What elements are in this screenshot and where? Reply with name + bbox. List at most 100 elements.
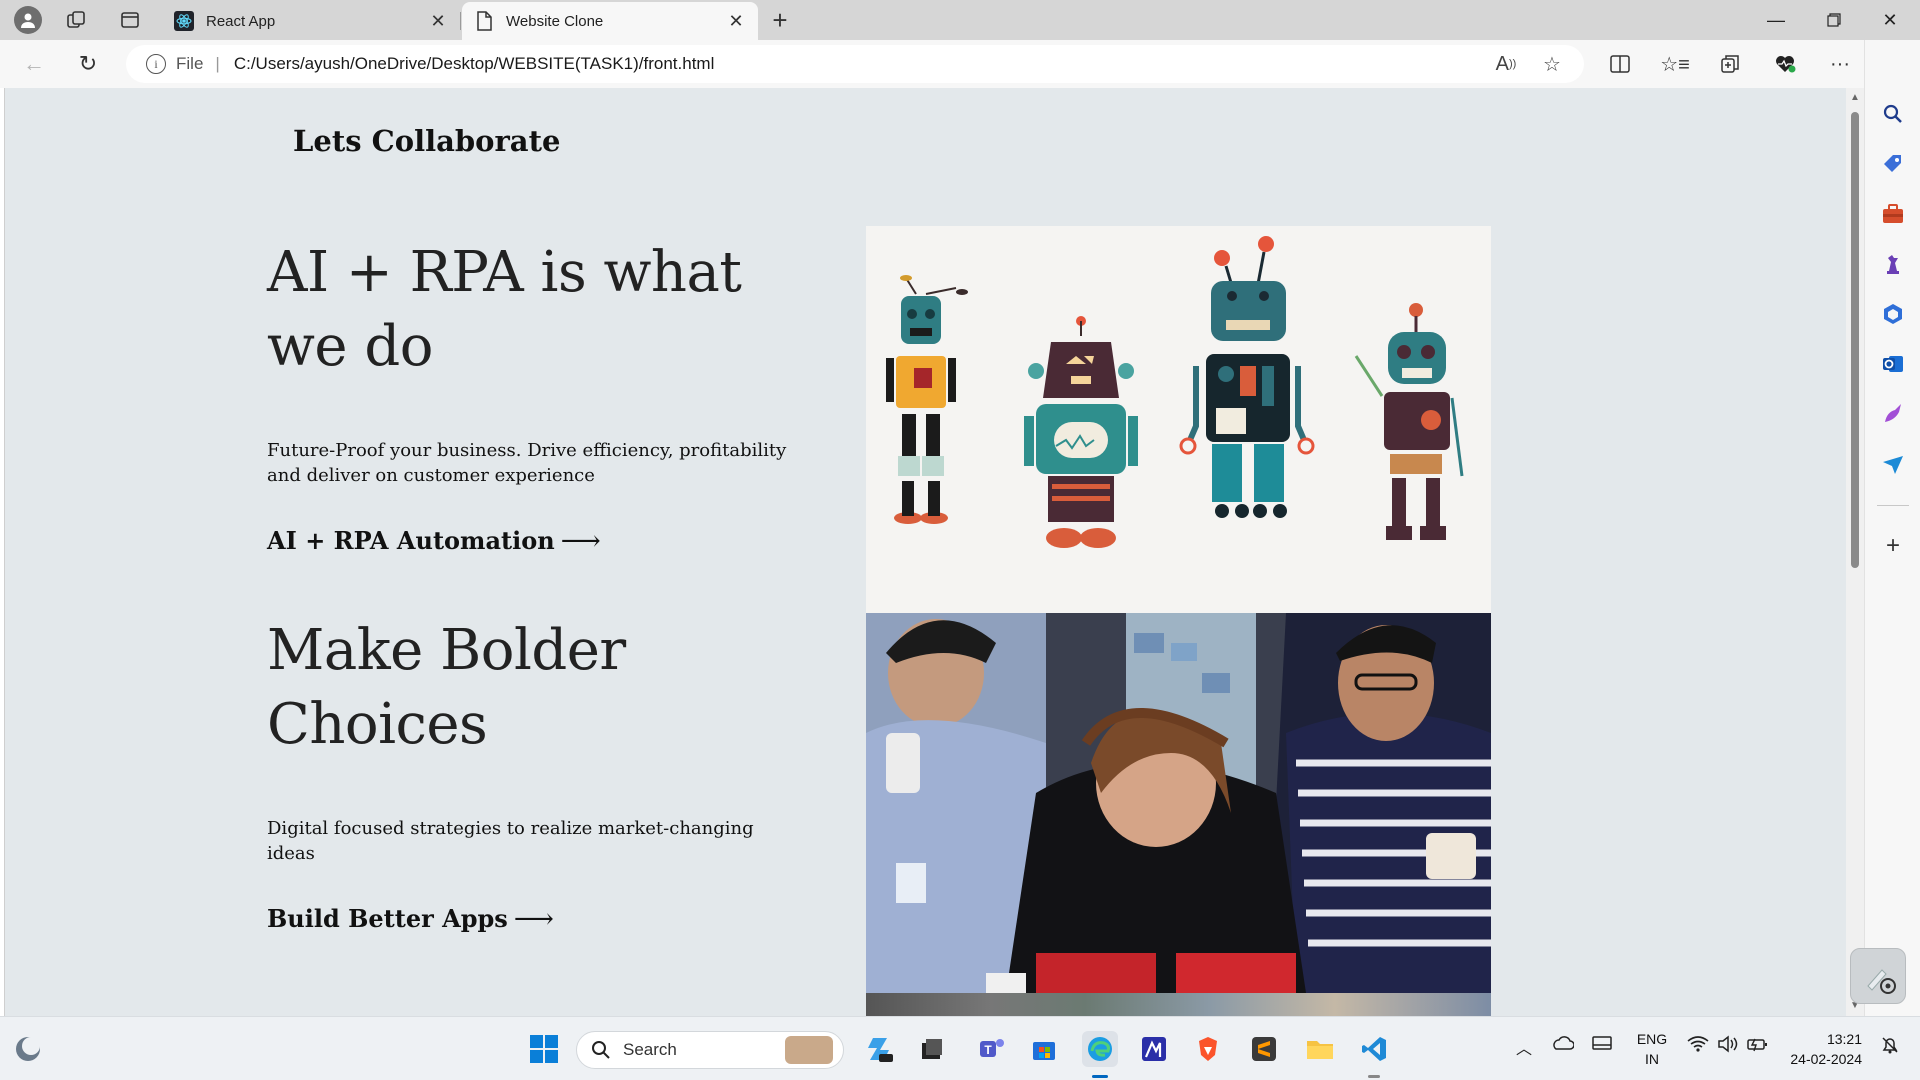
more-icon: ··· bbox=[1830, 52, 1850, 75]
wifi-icon[interactable] bbox=[1684, 1035, 1712, 1053]
tab-website-clone[interactable]: Website Clone ✕ bbox=[462, 2, 758, 40]
windows-taskbar: Search T ︿ ENG IN 13:21 24-02-2024 bbox=[0, 1016, 1920, 1080]
refresh-icon: ↻ bbox=[78, 51, 98, 76]
team-collaboration-photo bbox=[866, 613, 1491, 993]
language-line2: IN bbox=[1645, 1051, 1659, 1067]
info-icon[interactable]: i bbox=[146, 54, 166, 74]
close-window-button[interactable]: ✕ bbox=[1862, 0, 1918, 40]
back-arrow-icon: ← bbox=[23, 51, 45, 76]
scrollbar-thumb[interactable] bbox=[1851, 112, 1859, 568]
windows-logo-icon bbox=[530, 1035, 558, 1063]
profile-icon bbox=[14, 6, 42, 34]
robots-illustration bbox=[866, 226, 1491, 613]
teams-app[interactable]: T bbox=[974, 1031, 1010, 1067]
new-tab-button[interactable]: + bbox=[762, 4, 798, 36]
favorite-star-icon[interactable]: ☆ bbox=[1534, 45, 1570, 83]
vscode-app[interactable] bbox=[1356, 1031, 1392, 1067]
settings-more-button[interactable]: ··· bbox=[1820, 46, 1860, 82]
sidebar-divider bbox=[1877, 505, 1909, 506]
add-sidebar-app-icon[interactable]: + bbox=[1879, 532, 1907, 560]
robot-figure bbox=[1024, 316, 1138, 548]
file-explorer-dark-app[interactable] bbox=[914, 1031, 950, 1067]
chevron-up-icon: ︿ bbox=[1515, 1041, 1532, 1058]
restore-button[interactable] bbox=[1806, 0, 1862, 40]
app-m-icon[interactable] bbox=[1136, 1031, 1172, 1067]
tab-strip: React App ✕ Website Clone ✕ + — ✕ bbox=[0, 0, 1920, 40]
navigation-bar: ← ↻ i File | C:/Users/ayush/OneDrive/Des… bbox=[0, 40, 1920, 88]
section-subtext: Digital focused strategies to realize ma… bbox=[267, 818, 754, 864]
system-clock[interactable]: 13:21 24-02-2024 bbox=[1782, 1029, 1862, 1069]
tab-title: Website Clone bbox=[506, 12, 604, 30]
notifications-bell-icon[interactable] bbox=[1876, 1035, 1904, 1055]
back-button[interactable]: ← bbox=[16, 46, 52, 82]
url-text[interactable]: C:/Users/ayush/OneDrive/Desktop/WEBSITE(… bbox=[234, 54, 715, 74]
split-screen-button[interactable] bbox=[1600, 46, 1640, 82]
display-icon[interactable] bbox=[1588, 1035, 1616, 1053]
split-screen-icon bbox=[1610, 55, 1630, 73]
close-icon: ✕ bbox=[1882, 9, 1898, 30]
heart-pulse-icon bbox=[1776, 56, 1796, 73]
taskbar-search[interactable]: Search bbox=[576, 1031, 844, 1069]
tab-react-app[interactable]: React App ✕ bbox=[162, 2, 460, 40]
build-better-apps-link[interactable]: Build Better Apps ⟶ bbox=[267, 902, 554, 935]
browser-essentials-button[interactable] bbox=[1765, 46, 1805, 82]
arrow-right-icon: ⟶ bbox=[513, 902, 554, 935]
next-section-image-cropped bbox=[866, 993, 1491, 1016]
microsoft-365-icon[interactable] bbox=[1879, 300, 1907, 328]
microsoft-store-app[interactable] bbox=[1026, 1031, 1062, 1067]
ai-rpa-automation-link[interactable]: AI + RPA Automation ⟶ bbox=[267, 524, 601, 557]
robot-figure bbox=[1179, 236, 1315, 518]
minimize-icon: — bbox=[1767, 9, 1785, 30]
copilot-preview-app[interactable] bbox=[862, 1031, 898, 1067]
outlook-icon[interactable] bbox=[1879, 350, 1907, 378]
games-chess-icon[interactable] bbox=[1879, 250, 1907, 278]
shopping-tag-icon[interactable] bbox=[1879, 150, 1907, 178]
show-hidden-icons-button[interactable]: ︿ bbox=[1512, 1035, 1536, 1059]
page-scrollbar[interactable]: ▲ ▼ bbox=[1846, 88, 1864, 1016]
read-aloud-icon[interactable]: A)) bbox=[1488, 45, 1524, 83]
workspaces-icon bbox=[67, 11, 85, 28]
brave-browser-app[interactable] bbox=[1190, 1031, 1226, 1067]
designer-icon[interactable] bbox=[1879, 400, 1907, 428]
tab-title: React App bbox=[206, 12, 276, 30]
favorites-button[interactable]: ☆≡ bbox=[1655, 46, 1695, 82]
cta-label: Build Better Apps bbox=[267, 904, 508, 933]
clock-time: 13:21 bbox=[1826, 1031, 1862, 1047]
refresh-button[interactable]: ↻ bbox=[70, 46, 106, 82]
section-headline: AI + RPA is what we do bbox=[267, 240, 742, 379]
battery-icon[interactable] bbox=[1744, 1035, 1772, 1053]
section-headline: Make Bolder Choices bbox=[267, 618, 626, 757]
collections-button[interactable] bbox=[1710, 46, 1750, 82]
input-language-indicator[interactable]: ENG IN bbox=[1632, 1029, 1672, 1069]
file-explorer-app[interactable] bbox=[1302, 1031, 1338, 1067]
page-settings-fab[interactable] bbox=[1850, 948, 1906, 1004]
edge-app[interactable] bbox=[1082, 1031, 1118, 1067]
send-icon[interactable] bbox=[1879, 450, 1907, 478]
gear-icon bbox=[1867, 969, 1896, 994]
site-title[interactable]: Lets Collaborate bbox=[293, 124, 560, 158]
workspaces-button[interactable] bbox=[58, 4, 94, 36]
tools-briefcase-icon[interactable] bbox=[1879, 200, 1907, 228]
address-bar[interactable]: i File | C:/Users/ayush/OneDrive/Desktop… bbox=[126, 45, 1584, 83]
arrow-right-icon: ⟶ bbox=[560, 524, 601, 557]
scroll-up-icon[interactable]: ▲ bbox=[1849, 92, 1861, 104]
onedrive-icon[interactable] bbox=[1548, 1035, 1576, 1051]
react-icon bbox=[174, 11, 194, 31]
profile-button[interactable] bbox=[10, 4, 46, 36]
search-icon[interactable] bbox=[1879, 100, 1907, 128]
sublime-text-app[interactable] bbox=[1246, 1031, 1282, 1067]
vscode-running-indicator bbox=[1368, 1075, 1380, 1078]
web-page: Lets Collaborate AI + RPA is what we do … bbox=[4, 88, 1846, 1016]
address-separator: | bbox=[215, 54, 220, 73]
close-tab-icon[interactable]: ✕ bbox=[726, 11, 746, 31]
start-button[interactable] bbox=[526, 1031, 562, 1067]
clock-date: 24-02-2024 bbox=[1790, 1051, 1862, 1067]
minimize-button[interactable]: — bbox=[1748, 0, 1804, 40]
vertical-tabs-button[interactable] bbox=[112, 4, 148, 36]
search-icon bbox=[592, 1041, 610, 1059]
language-line1: ENG bbox=[1636, 1031, 1668, 1047]
widgets-weather-icon[interactable] bbox=[10, 1031, 46, 1067]
close-tab-icon[interactable]: ✕ bbox=[428, 11, 448, 31]
volume-icon[interactable] bbox=[1714, 1035, 1742, 1053]
section-subtext: Future-Proof your business. Drive effici… bbox=[267, 440, 787, 486]
